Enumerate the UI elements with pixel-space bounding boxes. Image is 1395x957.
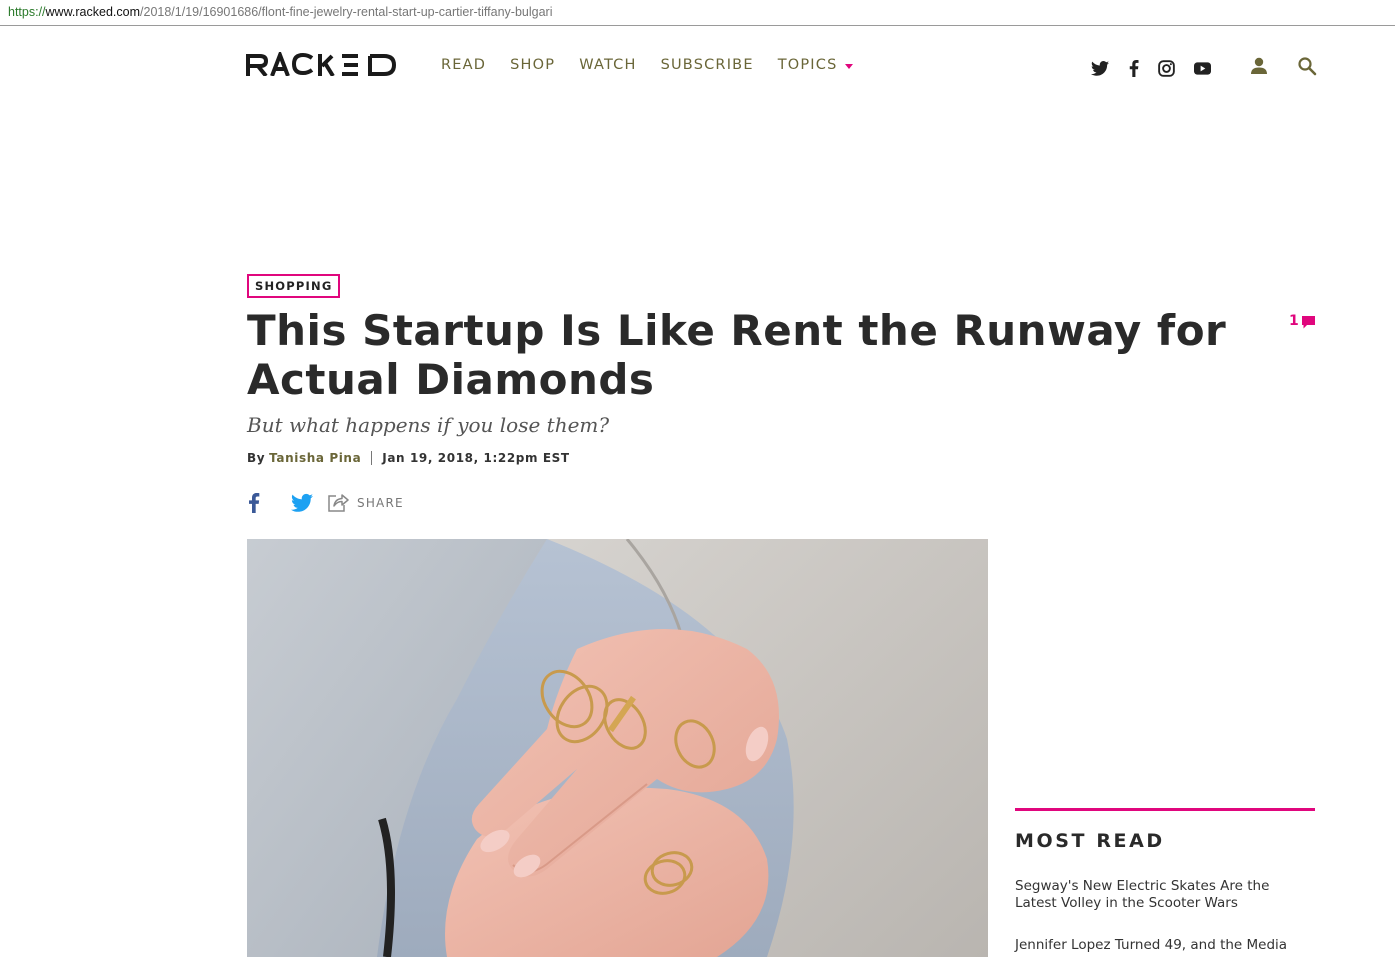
caret-down-icon bbox=[844, 63, 853, 69]
twitter-icon[interactable] bbox=[1090, 58, 1110, 78]
url-host: www.racked.com bbox=[45, 5, 141, 19]
share-label: SHARE bbox=[357, 496, 404, 510]
racked-logo[interactable] bbox=[246, 52, 398, 76]
search-icon[interactable] bbox=[1297, 56, 1317, 76]
comment-count: 1 bbox=[1289, 313, 1299, 329]
comments-link[interactable]: 1 bbox=[1289, 313, 1315, 329]
most-read-accent-bar bbox=[1015, 808, 1315, 811]
nav-topics-label: TOPICS bbox=[777, 57, 838, 73]
most-read-item[interactable]: Segway's New Electric Skates Are the Lat… bbox=[1015, 878, 1315, 912]
byline-divider bbox=[371, 451, 373, 465]
user-account-icon[interactable] bbox=[1249, 56, 1269, 76]
nav-watch[interactable]: WATCH bbox=[579, 57, 636, 73]
url-scheme: https:// bbox=[8, 5, 46, 19]
nav-shop[interactable]: SHOP bbox=[510, 57, 555, 73]
nav-topics[interactable]: TOPICS bbox=[778, 57, 853, 73]
share-bar: SHARE bbox=[247, 493, 404, 513]
instagram-icon[interactable] bbox=[1156, 58, 1176, 78]
facebook-icon[interactable] bbox=[1124, 58, 1144, 78]
author-link[interactable]: Tanisha Pina bbox=[269, 451, 361, 465]
share-button[interactable]: SHARE bbox=[327, 493, 404, 513]
comment-bubble-icon bbox=[1301, 316, 1315, 329]
byline: By Tanisha Pina Jan 19, 2018, 1:22pm EST bbox=[247, 451, 570, 465]
youtube-icon[interactable] bbox=[1192, 58, 1212, 78]
publish-date: Jan 19, 2018, 1:22pm EST bbox=[382, 451, 570, 465]
most-read-title: MOST READ bbox=[1015, 830, 1165, 852]
url-path: /2018/1/19/16901686/flont-fine-jewelry-r… bbox=[140, 5, 553, 19]
social-links bbox=[1090, 58, 1212, 78]
twitter-share-icon[interactable] bbox=[291, 493, 313, 513]
article-dek: But what happens if you lose them? bbox=[247, 413, 610, 437]
article-headline: This Startup Is Like Rent the Runway for… bbox=[247, 306, 1227, 404]
most-read-item[interactable]: Jennifer Lopez Turned 49, and the Media bbox=[1015, 937, 1315, 954]
nav-subscribe[interactable]: SUBSCRIBE bbox=[661, 57, 754, 73]
address-bar[interactable]: https://www.racked.com/2018/1/19/1690168… bbox=[0, 0, 1395, 26]
main-nav: READ SHOP WATCH SUBSCRIBE TOPICS bbox=[441, 57, 877, 73]
facebook-share-icon[interactable] bbox=[247, 493, 261, 513]
byline-prefix: By bbox=[247, 451, 266, 465]
hero-image bbox=[247, 539, 988, 957]
share-icon bbox=[328, 494, 349, 512]
category-tag[interactable]: SHOPPING bbox=[247, 274, 341, 298]
nav-read[interactable]: READ bbox=[441, 57, 486, 73]
